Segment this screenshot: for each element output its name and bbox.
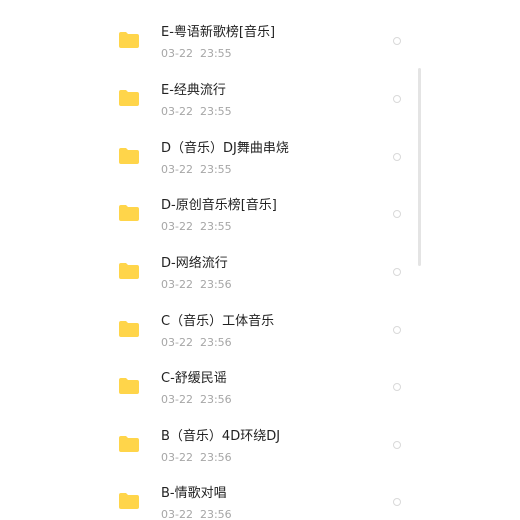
folder-timestamp: 03-22 23:56 (161, 508, 232, 520)
folder-name: E-粤语新歌榜[音乐] (161, 25, 276, 40)
folder-name: D-网络流行 (161, 256, 228, 271)
folder-row[interactable]: B（音乐）4D环绕DJ 03-22 23:56 (0, 429, 520, 486)
folder-row[interactable]: C（音乐）工体音乐 03-22 23:56 (0, 314, 520, 371)
folder-timestamp: 03-22 23:56 (161, 451, 232, 464)
select-radio[interactable] (393, 210, 401, 218)
folder-icon (119, 205, 139, 221)
folder-timestamp: 03-22 23:55 (161, 163, 232, 176)
folder-row[interactable]: C-舒缓民谣 03-22 23:56 (0, 371, 520, 428)
folder-timestamp: 03-22 23:56 (161, 336, 232, 349)
folder-icon (119, 90, 139, 106)
folder-name: C-舒缓民谣 (161, 371, 227, 386)
folder-timestamp: 03-22 23:55 (161, 105, 232, 118)
folder-timestamp: 03-22 23:56 (161, 278, 232, 291)
select-radio[interactable] (393, 498, 401, 506)
folder-row[interactable]: E-粤语新歌榜[音乐] 03-22 23:55 (0, 25, 520, 82)
folder-icon (119, 321, 139, 337)
folder-row[interactable]: D-原创音乐榜[音乐] 03-22 23:55 (0, 198, 520, 255)
folder-timestamp: 03-22 23:55 (161, 220, 232, 233)
select-radio[interactable] (393, 441, 401, 449)
select-radio[interactable] (393, 268, 401, 276)
select-radio[interactable] (393, 37, 401, 45)
select-radio[interactable] (393, 95, 401, 103)
folder-timestamp: 03-22 23:56 (161, 393, 232, 406)
folder-name: B（音乐）4D环绕DJ (161, 429, 281, 444)
folder-icon (119, 32, 139, 48)
folder-name: D-原创音乐榜[音乐] (161, 198, 277, 213)
scrollbar[interactable] (418, 68, 421, 266)
folder-name: B-情歌对唱 (161, 486, 227, 501)
folder-timestamp: 03-22 23:55 (161, 47, 232, 60)
folder-icon (119, 436, 139, 452)
select-radio[interactable] (393, 326, 401, 334)
folder-icon (119, 378, 139, 394)
folder-row[interactable]: E-经典流行 03-22 23:55 (0, 83, 520, 140)
select-radio[interactable] (393, 383, 401, 391)
select-radio[interactable] (393, 153, 401, 161)
folder-row[interactable]: B-情歌对唱 03-22 23:56 (0, 486, 520, 520)
folder-icon (119, 148, 139, 164)
folder-row[interactable]: D-网络流行 03-22 23:56 (0, 256, 520, 313)
folder-name: C（音乐）工体音乐 (161, 314, 275, 329)
folder-name: D（音乐）DJ舞曲串烧 (161, 141, 289, 156)
folder-name: E-经典流行 (161, 83, 226, 98)
folder-icon (119, 493, 139, 509)
folder-row[interactable]: D（音乐）DJ舞曲串烧 03-22 23:55 (0, 141, 520, 198)
folder-list: E-粤语新歌榜[音乐] 03-22 23:55 E-经典流行 03-22 23:… (0, 0, 520, 520)
folder-icon (119, 263, 139, 279)
